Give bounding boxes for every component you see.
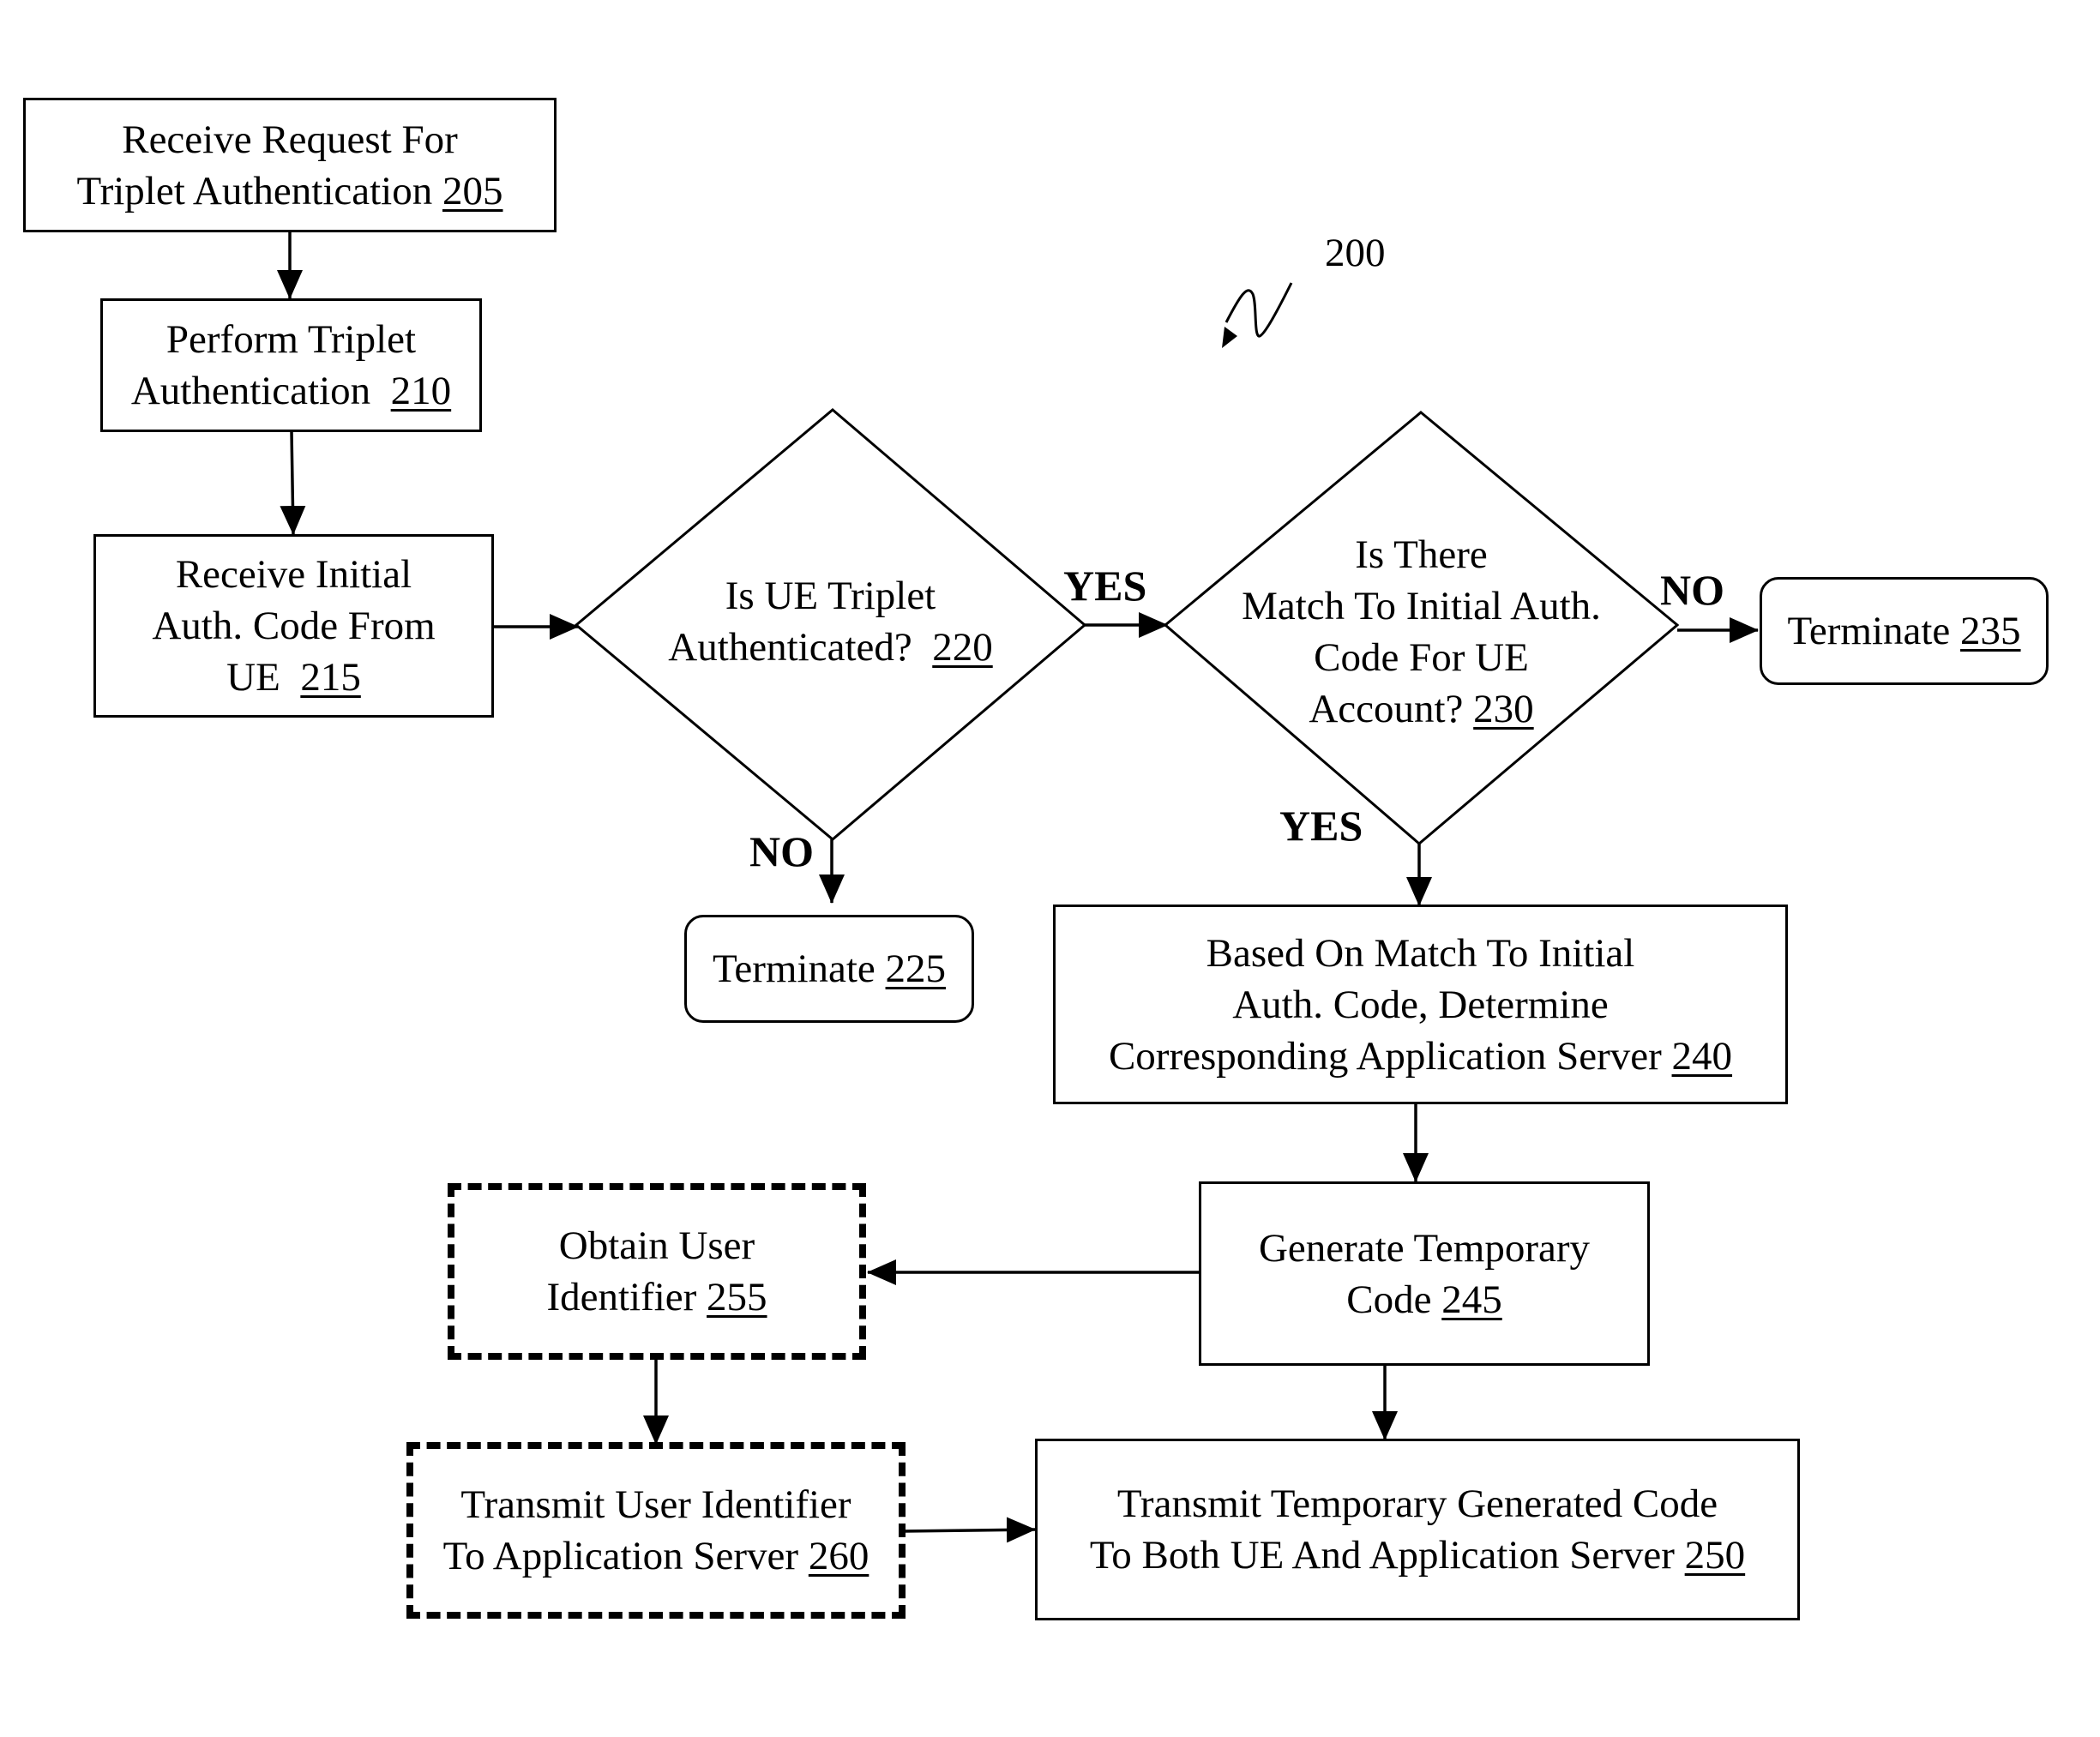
step-obtain-user-identifier-255: Obtain User Identifier 255: [448, 1183, 866, 1360]
step-receive-request-205: Receive Request For Triplet Authenticati…: [23, 98, 557, 232]
step-label-line: Auth. Code, Determine: [1232, 982, 1609, 1027]
step-label-line: Generate Temporary: [1258, 1225, 1590, 1271]
terminator-ref-number: 235: [1960, 609, 2021, 653]
step-transmit-temporary-code-250: Transmit Temporary Generated Code To Bot…: [1035, 1439, 1800, 1620]
terminator-ref-number: 225: [885, 947, 947, 991]
step-ref-number: 245: [1441, 1277, 1502, 1322]
decision-ue-triplet-authenticated-220: Is UE Triplet Authenticated? 220: [576, 566, 1085, 677]
decision-match-initial-auth-code-230: Is There Match To Initial Auth. Code For…: [1165, 526, 1677, 736]
step-label-line: Receive Initial: [175, 552, 412, 597]
step-label-line: Based On Match To Initial: [1206, 930, 1635, 976]
terminate-235: Terminate 235: [1760, 577, 2049, 685]
decision-label-line: Match To Initial Auth.: [1242, 583, 1601, 628]
decision-label-line: Authenticated? 220: [668, 625, 993, 670]
step-label-line: Transmit Temporary Generated Code: [1116, 1482, 1718, 1526]
decision-ref-number: 220: [932, 625, 993, 670]
branch-label-220-yes: YES: [1063, 562, 1147, 610]
branch-label-230-yes: YES: [1279, 802, 1363, 850]
step-label-line: Corresponding Application Server 240: [1108, 1033, 1733, 1079]
step-ref-number: 240: [1671, 1033, 1733, 1079]
figure-reference-arrowhead: [1222, 327, 1237, 348]
terminate-225: Terminate 225: [684, 915, 974, 1023]
step-transmit-user-identifier-260: Transmit User Identifier To Application …: [406, 1442, 906, 1619]
step-label-line: Auth. Code From: [152, 604, 436, 648]
step-label-line: To Both UE And Application Server 250: [1089, 1533, 1746, 1578]
step-label-line: Receive Request For: [122, 117, 458, 162]
step-label-line: Triplet Authentication 205: [76, 168, 503, 213]
step-ref-number: 260: [808, 1534, 869, 1578]
step-ref-number: 210: [390, 369, 452, 413]
terminator-label: Terminate 235: [1787, 609, 2021, 653]
figure-reference-number: 200: [1325, 231, 1386, 275]
edge-210-215: [280, 430, 306, 535]
branch-label-230-no: NO: [1660, 566, 1724, 614]
step-perform-triplet-auth-210: Perform Triplet Authentication 210: [100, 298, 482, 432]
decision-label-line: Account? 230: [1309, 686, 1534, 731]
step-label-line: Code 245: [1346, 1277, 1502, 1322]
step-label-line: To Application Server 260: [442, 1534, 869, 1578]
decision-label-line: Is There: [1355, 532, 1488, 577]
step-ref-number: 250: [1684, 1533, 1746, 1578]
step-determine-application-server-240: Based On Match To Initial Auth. Code, De…: [1053, 905, 1788, 1104]
step-label-line: Authentication 210: [130, 369, 452, 413]
step-ref-number: 255: [707, 1275, 767, 1319]
decision-ref-number: 230: [1473, 686, 1534, 731]
step-label-line: UE 215: [226, 655, 361, 700]
edge-260-250: [900, 1517, 1036, 1543]
decision-label-line: Code For UE: [1314, 634, 1529, 680]
figure-reference-squiggle: [1224, 282, 1293, 338]
branch-label-220-no: NO: [749, 827, 814, 875]
step-ref-number: 205: [442, 168, 503, 213]
terminator-label: Terminate 225: [712, 947, 947, 991]
decision-label-line: Is UE Triplet: [725, 574, 936, 618]
step-label-line: Perform Triplet: [165, 317, 417, 362]
step-receive-initial-auth-code-215: Receive Initial Auth. Code From UE 215: [93, 534, 494, 718]
step-label-line: Identifier 255: [546, 1275, 767, 1319]
step-label-line: Transmit User Identifier: [460, 1482, 851, 1527]
step-ref-number: 215: [300, 655, 361, 700]
step-label-line: Obtain User: [558, 1223, 755, 1268]
step-generate-temporary-code-245: Generate Temporary Code 245: [1199, 1181, 1650, 1366]
